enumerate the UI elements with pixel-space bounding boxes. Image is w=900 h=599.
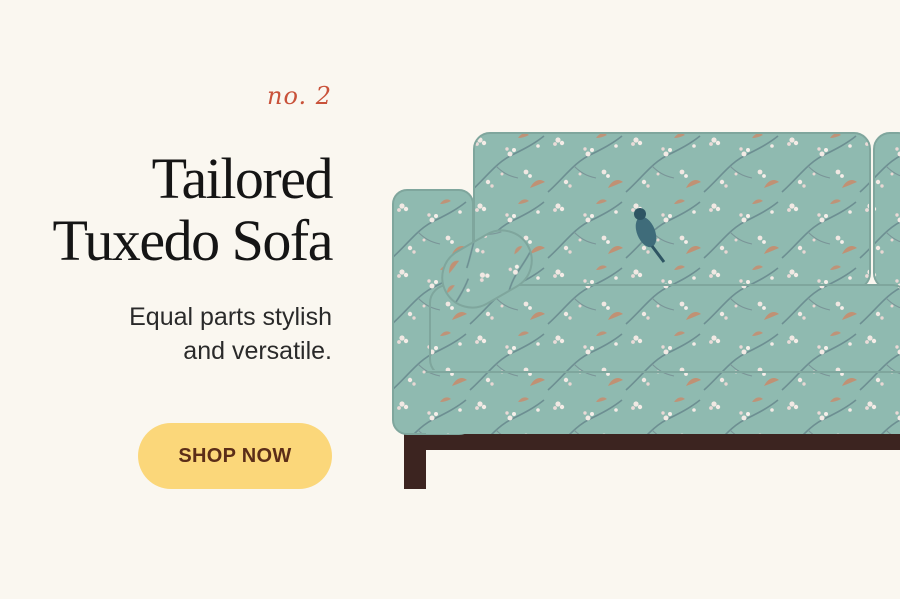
sofa-image[interactable] [0, 0, 900, 599]
promo-banner: no. 2 Tailored Tuxedo Sofa Equal parts s… [0, 0, 900, 599]
